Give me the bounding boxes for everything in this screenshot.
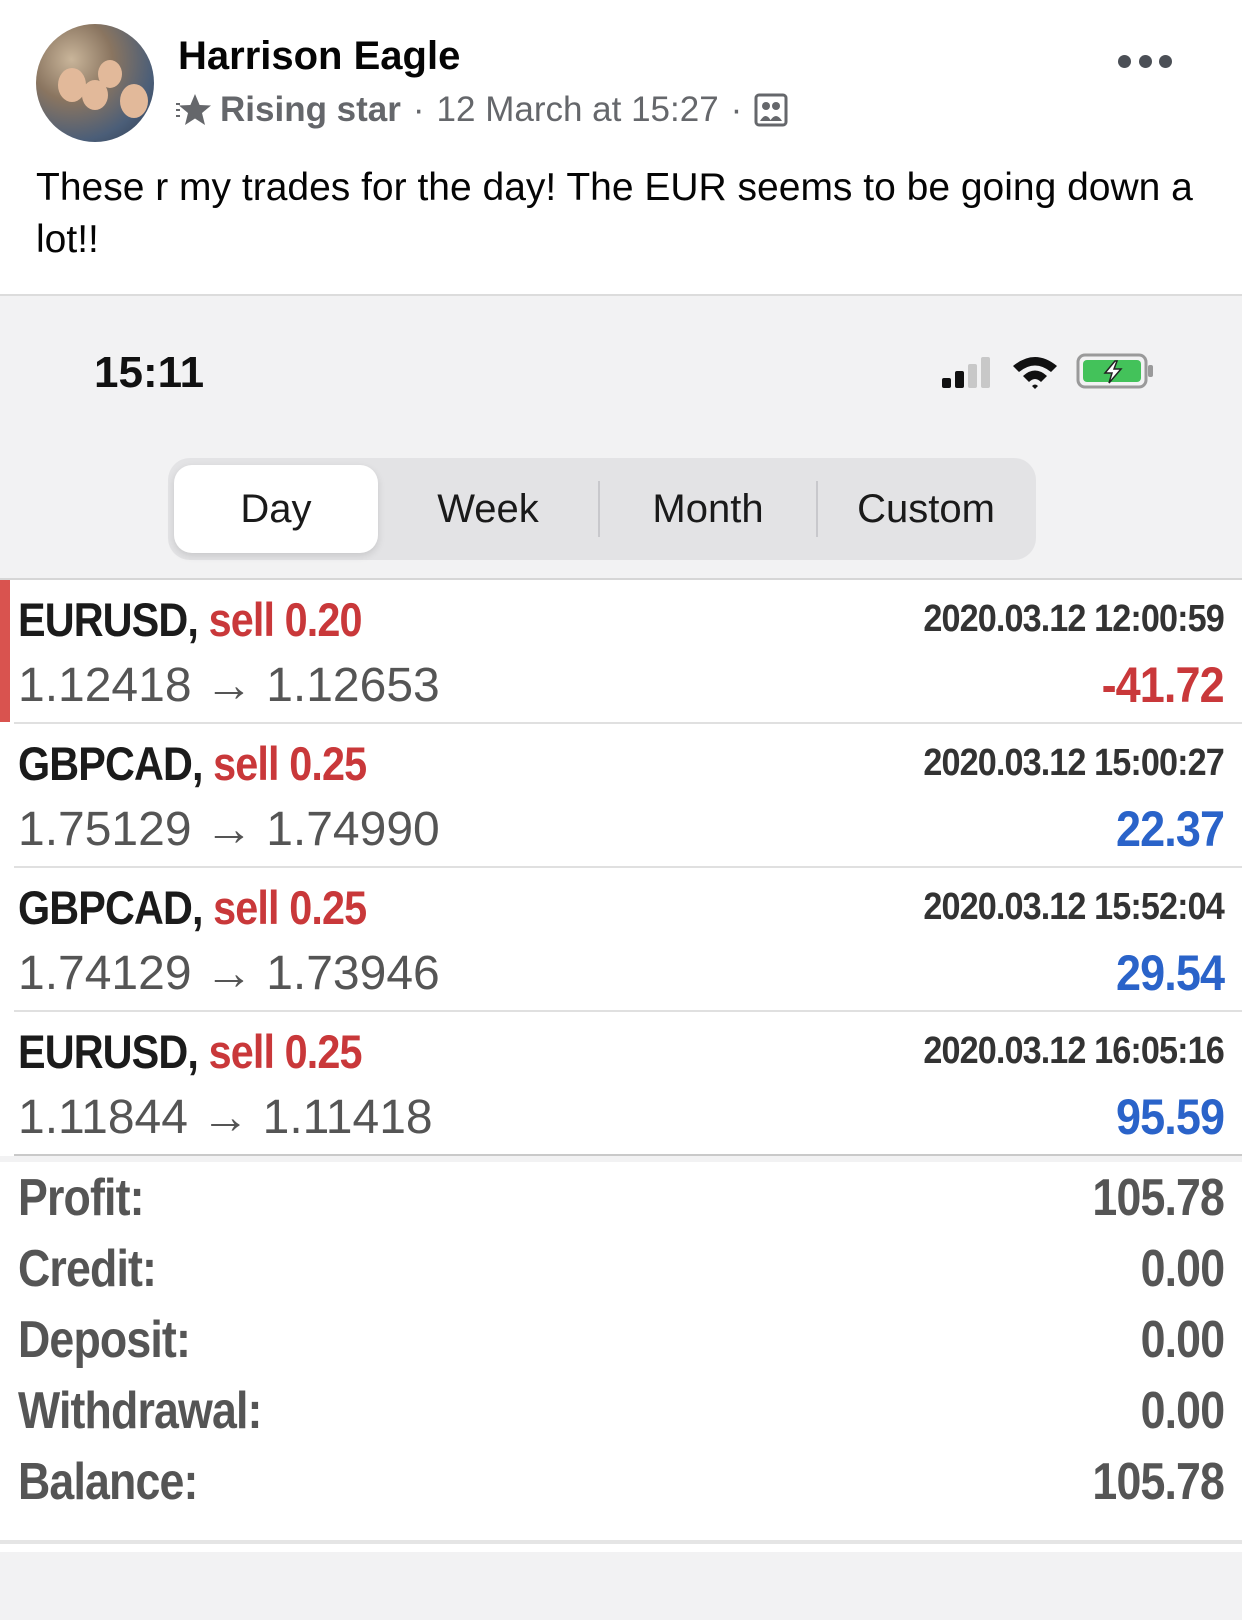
close-price: 1.11418	[262, 1091, 433, 1144]
trade-profit: 95.59	[1115, 1089, 1225, 1145]
trade-profit: 22.37	[1115, 801, 1225, 857]
loss-marker	[0, 580, 10, 722]
more-icon[interactable]	[1118, 48, 1172, 74]
group-icon	[754, 93, 788, 127]
close-price: 1.12653	[266, 659, 440, 712]
trade-symbol: EURUSD,	[18, 593, 199, 646]
summary-value: 0.00	[1140, 1311, 1224, 1369]
account-summary: Profit: 105.78 Credit: 0.00 Deposit: 0.0…	[0, 1162, 1242, 1552]
summary-row-balance: Balance: 105.78	[0, 1446, 1242, 1517]
trade-prices: 1.74129 → 1.73946	[18, 946, 440, 1001]
trade-profit: 29.54	[1115, 945, 1225, 1001]
avatar-face	[120, 84, 148, 118]
tab-day[interactable]: Day	[174, 465, 378, 553]
trade-row[interactable]: GBPCAD, sell 0.25 1.74129 → 1.73946 2020…	[14, 868, 1242, 1012]
badge-label[interactable]: Rising star	[220, 90, 401, 130]
post-meta: Rising star · 12 March at 15:27 ·	[176, 88, 788, 132]
trade-symbol: GBPCAD,	[18, 881, 203, 934]
trade-symbol-line: EURUSD, sell 0.20	[18, 592, 363, 647]
avatar-face	[98, 60, 122, 88]
trade-symbol-line: EURUSD, sell 0.25	[18, 1024, 363, 1079]
open-price: 1.11844	[18, 1091, 188, 1144]
star-icon	[176, 94, 211, 125]
trade-list: EURUSD, sell 0.20 1.12418 → 1.12653 2020…	[0, 578, 1242, 1156]
arrow-right-icon: →	[201, 1091, 250, 1144]
trade-prices: 1.12418 → 1.12653	[18, 658, 440, 713]
trade-symbol: GBPCAD,	[18, 737, 203, 790]
wifi-icon	[1013, 357, 1057, 389]
meta-separator: ·	[412, 90, 425, 129]
post-header: Harrison Eagle Rising star · 12 March at…	[0, 0, 1242, 304]
summary-row-profit: Profit: 105.78	[0, 1162, 1242, 1233]
battery-charging-icon	[1076, 353, 1153, 389]
summary-label: Credit:	[18, 1240, 157, 1298]
close-price: 1.73946	[266, 947, 440, 1000]
tab-label: Day	[240, 486, 312, 531]
tab-label: Custom	[857, 486, 995, 531]
trade-profit: -41.72	[1101, 657, 1225, 713]
summary-value: 105.78	[1092, 1453, 1224, 1511]
trade-row[interactable]: EURUSD, sell 0.25 1.11844 → 1.11418 2020…	[14, 1012, 1242, 1156]
open-price: 1.74129	[18, 947, 192, 1000]
tab-label: Month	[652, 486, 764, 531]
summary-label: Balance:	[18, 1453, 198, 1511]
trade-side: sell 0.25	[213, 737, 367, 790]
status-icons	[940, 352, 1156, 390]
trade-row[interactable]: EURUSD, sell 0.20 1.12418 → 1.12653 2020…	[0, 580, 1242, 724]
close-price: 1.74990	[266, 803, 440, 856]
summary-value: 0.00	[1140, 1240, 1224, 1298]
summary-row-withdrawal: Withdrawal: 0.00	[0, 1375, 1242, 1446]
meta-separator: ·	[730, 90, 743, 129]
summary-value: 0.00	[1140, 1382, 1224, 1440]
arrow-right-icon: →	[204, 659, 253, 712]
avatar[interactable]	[36, 24, 154, 142]
trade-side: sell 0.20	[208, 593, 363, 646]
trade-prices: 1.11844 → 1.11418	[18, 1090, 433, 1145]
more-dot	[1159, 54, 1172, 68]
summary-label: Deposit:	[18, 1311, 191, 1369]
trade-row[interactable]: GBPCAD, sell 0.25 1.75129 → 1.74990 2020…	[14, 724, 1242, 868]
summary-value: 105.78	[1092, 1169, 1224, 1227]
tab-custom[interactable]: Custom	[818, 458, 1034, 560]
trade-symbol-line: GBPCAD, sell 0.25	[18, 880, 367, 935]
summary-row-deposit: Deposit: 0.00	[0, 1304, 1242, 1375]
summary-label: Profit:	[18, 1169, 145, 1227]
trade-history-screenshot[interactable]: 15:11 Day Week Month Custom EURUSD, sell…	[0, 294, 1242, 1620]
post-timestamp[interactable]: 12 March at 15:27	[437, 90, 719, 130]
open-price: 1.75129	[18, 803, 192, 856]
arrow-right-icon: →	[204, 947, 253, 1000]
tab-month[interactable]: Month	[600, 458, 816, 560]
period-segmented-control: Day Week Month Custom	[168, 458, 1036, 560]
more-dot	[1118, 54, 1131, 68]
divider	[0, 1540, 1242, 1544]
trade-symbol: EURUSD,	[18, 1025, 199, 1078]
tab-label: Week	[437, 486, 539, 531]
more-dot	[1138, 54, 1152, 68]
trade-time: 2020.03.12 15:52:04	[923, 886, 1225, 928]
trade-time: 2020.03.12 16:05:16	[923, 1030, 1225, 1072]
open-price: 1.12418	[18, 659, 192, 712]
summary-label: Withdrawal:	[18, 1382, 262, 1440]
trade-symbol-line: GBPCAD, sell 0.25	[18, 736, 367, 791]
trade-time: 2020.03.12 15:00:27	[923, 742, 1225, 784]
post-text: These r my trades for the day! The EUR s…	[36, 166, 1193, 261]
summary-row-credit: Credit: 0.00	[0, 1233, 1242, 1304]
tab-week[interactable]: Week	[378, 458, 598, 560]
arrow-right-icon: →	[204, 803, 253, 856]
trade-prices: 1.75129 → 1.74990	[18, 802, 440, 857]
trade-time: 2020.03.12 12:00:59	[923, 598, 1225, 640]
trade-side: sell 0.25	[213, 881, 367, 934]
trade-side: sell 0.25	[208, 1025, 363, 1078]
cellular-signal-icon	[942, 357, 990, 388]
author-name[interactable]: Harrison Eagle	[178, 34, 460, 79]
status-bar-time: 15:11	[94, 348, 205, 397]
